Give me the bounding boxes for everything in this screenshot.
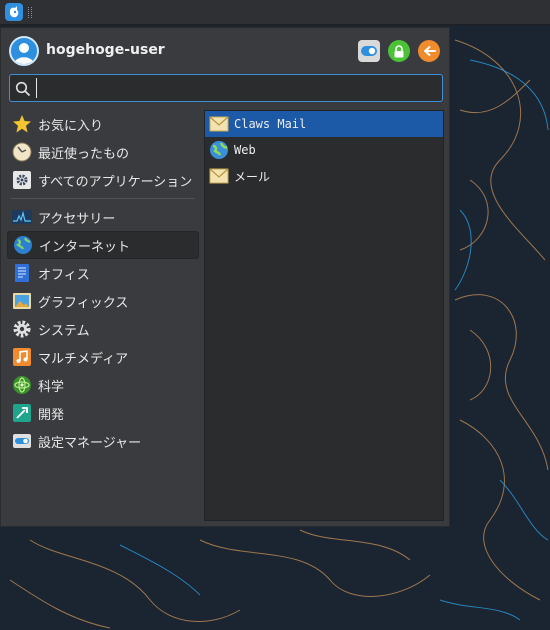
app-claws-mail[interactable]: Claws Mail <box>205 111 443 137</box>
category-label: アクセサリー <box>38 211 116 227</box>
category-label: インターネット <box>39 239 131 255</box>
category-label: 設定マネージャー <box>38 435 142 451</box>
category-development[interactable]: 開発 <box>7 399 199 427</box>
category-favorites[interactable]: お気に入り <box>7 110 199 138</box>
category-accessories[interactable]: アクセサリー <box>7 203 199 231</box>
category-recent[interactable]: 最近使ったもの <box>7 138 199 166</box>
hammer-icon <box>11 402 33 424</box>
web-globe-icon <box>208 139 230 161</box>
lock-icon[interactable] <box>388 40 410 62</box>
app-mail[interactable]: メール <box>205 163 443 189</box>
username: hogehoge-user <box>46 42 165 58</box>
app-label: Claws Mail <box>234 117 307 131</box>
category-label: すべてのアプリケーション <box>38 174 193 190</box>
clock-icon <box>11 141 33 163</box>
category-science[interactable]: 科学 <box>7 371 199 399</box>
image-icon <box>11 290 33 312</box>
gear-icon <box>11 169 33 191</box>
category-label: お気に入り <box>38 118 104 134</box>
category-label: オフィス <box>38 267 90 283</box>
category-label: グラフィックス <box>38 295 129 311</box>
toggle-icon <box>11 430 33 452</box>
envelope-icon <box>208 165 230 187</box>
category-internet[interactable]: インターネット <box>7 231 199 259</box>
category-office[interactable]: オフィス <box>7 259 199 287</box>
menu-header: hogehoge-user <box>9 36 441 68</box>
search-box <box>9 74 443 102</box>
category-label: システム <box>38 323 90 339</box>
search-input[interactable] <box>36 78 436 98</box>
app-label: メール <box>234 169 271 184</box>
settings-toggle-icon[interactable] <box>358 40 380 62</box>
category-list: お気に入り 最近使ったもの すべてのアプリケーション アクセサリー インターネッ… <box>7 110 199 455</box>
application-menu: hogehoge-user お気に入り 最近使ったもの すべてのアプリケーション <box>0 27 450 527</box>
envelope-icon <box>208 113 230 135</box>
atom-icon <box>11 374 33 396</box>
music-icon <box>11 346 33 368</box>
search-icon <box>15 81 31 97</box>
document-icon <box>11 262 33 284</box>
whisker-menu-icon[interactable] <box>5 3 23 21</box>
application-list: Claws Mail Web メール <box>204 110 444 521</box>
app-web[interactable]: Web <box>205 137 443 163</box>
category-settings-manager[interactable]: 設定マネージャー <box>7 427 199 455</box>
globe-icon <box>12 234 34 256</box>
category-label: 最近使ったもの <box>38 146 130 162</box>
star-icon <box>11 113 33 135</box>
category-label: 開発 <box>38 407 65 423</box>
category-label: 科学 <box>38 379 65 395</box>
top-panel <box>0 0 550 25</box>
category-graphics[interactable]: グラフィックス <box>7 287 199 315</box>
cog-icon <box>11 318 33 340</box>
user-avatar <box>9 36 39 66</box>
category-separator <box>7 194 199 203</box>
category-label: マルチメディア <box>38 351 129 367</box>
logout-arrow-icon[interactable] <box>418 40 440 62</box>
panel-handle[interactable] <box>28 7 32 18</box>
category-multimedia[interactable]: マルチメディア <box>7 343 199 371</box>
category-all-applications[interactable]: すべてのアプリケーション <box>7 166 199 194</box>
app-label: Web <box>234 143 256 157</box>
category-system[interactable]: システム <box>7 315 199 343</box>
monitor-icon <box>11 206 33 228</box>
